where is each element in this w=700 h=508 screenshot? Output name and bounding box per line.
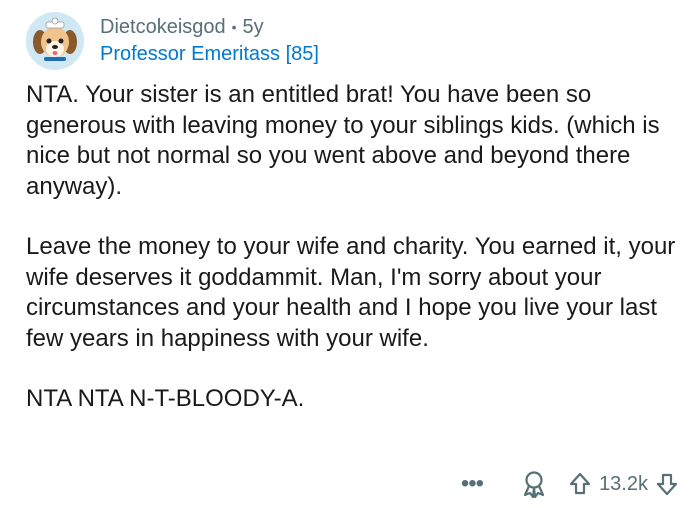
author-line: Dietcokeisgod • 5y: [100, 15, 319, 39]
vote-score: 13.2k: [599, 472, 648, 495]
separator-dot: •: [231, 19, 237, 35]
comment-paragraph: NTA. Your sister is an entitled brat! Yo…: [26, 81, 660, 200]
comment-body: NTA. Your sister is an entitled brat! Yo…: [26, 80, 676, 445]
dog-avatar-icon[interactable]: [26, 12, 84, 70]
upvote-arrow-icon[interactable]: [569, 472, 591, 496]
downvote-arrow-icon[interactable]: [656, 472, 678, 496]
username[interactable]: Dietcokeisgod: [100, 15, 226, 39]
more-options-icon[interactable]: •••: [461, 472, 484, 496]
award-icon[interactable]: [521, 470, 547, 499]
comment-paragraph: NTA NTA N-T-BLOODY-A.: [26, 385, 305, 412]
comment-paragraph: Leave the money to your wife and charity…: [26, 233, 676, 352]
comment-actions: ••• 13.2k: [461, 468, 678, 500]
comment-age: 5y: [242, 16, 264, 38]
comment-meta: Dietcokeisgod • 5y Professor Emeritass […: [100, 15, 319, 67]
comment-header: Dietcokeisgod • 5y Professor Emeritass […: [26, 12, 319, 70]
user-flair: Professor Emeritass [85]: [100, 43, 319, 65]
